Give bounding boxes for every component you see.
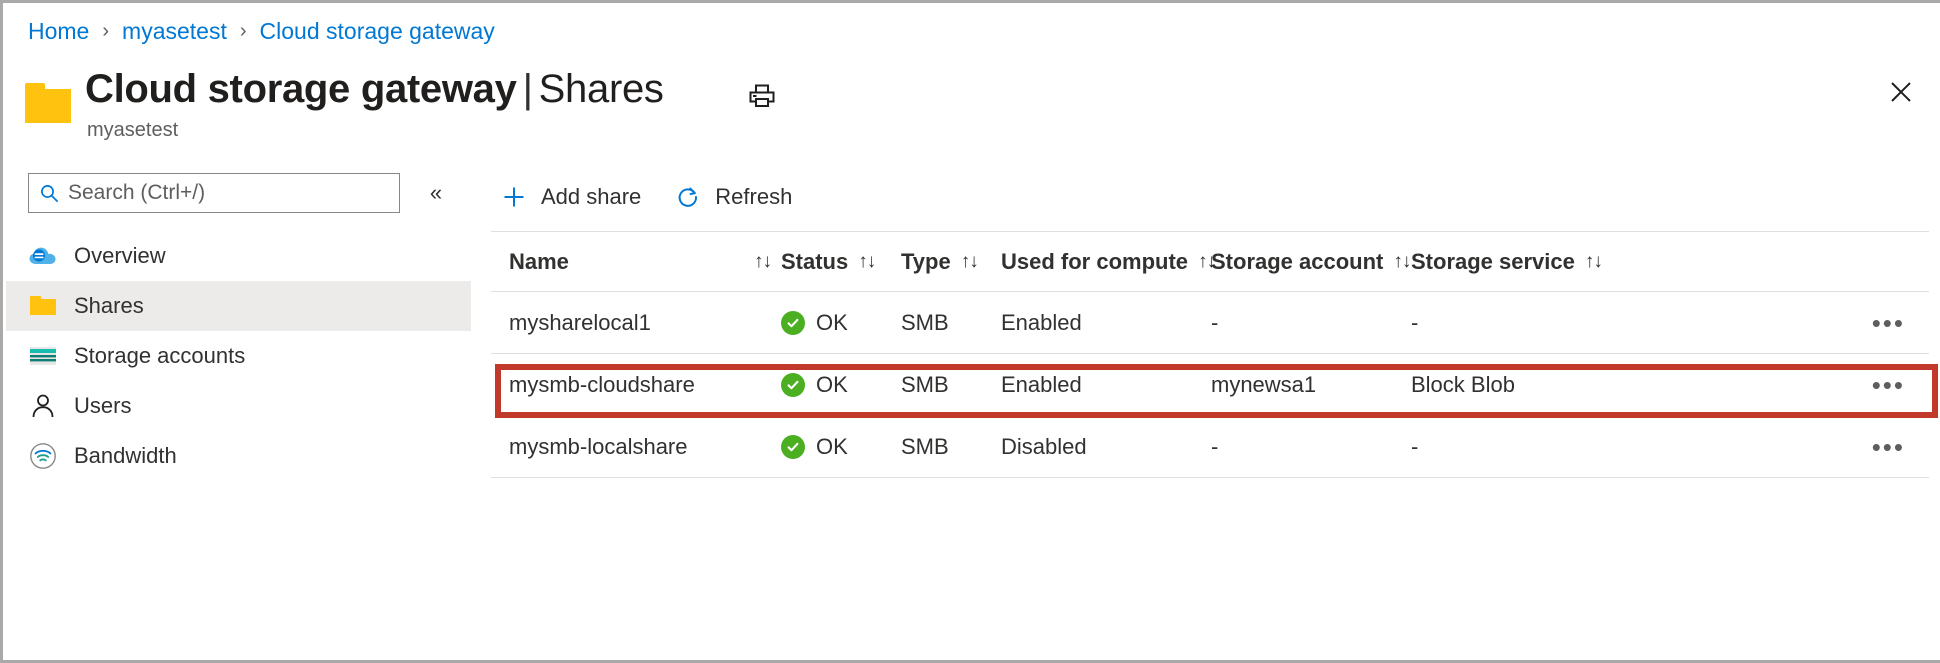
sort-icon: ↑↓ xyxy=(960,250,979,272)
search-box[interactable] xyxy=(28,173,400,213)
check-circle-icon xyxy=(781,372,805,397)
table-row[interactable]: mysmb-cloudshare OK SMB Enabled mynewsa1… xyxy=(491,354,1929,416)
page-title-resource: Cloud storage gateway xyxy=(85,67,517,111)
cell-used-for-compute: Enabled xyxy=(1001,371,1082,397)
cell-used-for-compute: Enabled xyxy=(1001,309,1082,335)
plus-icon xyxy=(499,182,529,212)
refresh-icon xyxy=(673,182,703,212)
search-input[interactable] xyxy=(68,181,368,205)
close-icon[interactable] xyxy=(1884,75,1918,109)
azure-portal-blade: Home › myasetest › Cloud storage gateway… xyxy=(0,0,1940,663)
sidebar-item-label: Overview xyxy=(74,243,166,268)
column-header-label: Type xyxy=(901,248,951,274)
breadcrumb-item-home[interactable]: Home xyxy=(28,16,89,46)
sidebar-item-shares[interactable]: Shares xyxy=(6,281,471,331)
search-icon xyxy=(40,184,59,203)
cell-storage-account: - xyxy=(1211,433,1219,459)
cell-status-label: OK xyxy=(816,309,848,335)
bandwidth-icon xyxy=(28,441,58,471)
column-header-label: Used for compute xyxy=(1001,248,1189,274)
column-header-type[interactable]: Type ↑↓ xyxy=(901,249,1001,275)
cell-actions: ••• xyxy=(1611,434,1929,460)
page-header: Cloud storage gateway | Shares myasetest xyxy=(25,65,664,143)
sidebar-item-label: Bandwidth xyxy=(74,443,177,468)
table-row[interactable]: mysmb-localshare OK SMB Disabled - - ••• xyxy=(491,416,1929,478)
sidebar-search-row: « xyxy=(6,173,471,213)
sort-icon: ↑↓ xyxy=(1584,250,1603,272)
row-more-options-icon[interactable]: ••• xyxy=(1870,310,1907,336)
page-title: Cloud storage gateway | Shares xyxy=(85,65,664,113)
breadcrumb-separator-icon: › xyxy=(239,20,247,42)
sidebar-item-label: Users xyxy=(74,393,132,418)
cell-type: SMB xyxy=(901,309,949,335)
cell-type: SMB xyxy=(901,371,949,397)
cell-status-label: OK xyxy=(816,433,848,459)
cell-storage-account: mynewsa1 xyxy=(1211,371,1317,397)
cell-storage-service: - xyxy=(1411,433,1419,459)
sidebar: « Overview xyxy=(6,173,471,657)
row-more-options-icon[interactable]: ••• xyxy=(1870,372,1907,398)
cell-storage-account: - xyxy=(1211,309,1219,335)
cell-used-for-compute: Disabled xyxy=(1001,433,1087,459)
page-title-section: Shares xyxy=(538,67,664,111)
breadcrumb-separator-icon: › xyxy=(102,20,110,42)
cell-storage-service: Block Blob xyxy=(1411,371,1515,397)
add-share-button[interactable]: Add share xyxy=(491,177,649,217)
folder-icon xyxy=(25,83,71,123)
page-title-block: Cloud storage gateway | Shares myasetest xyxy=(85,65,664,143)
column-header-label: Name xyxy=(509,248,569,274)
cell-type: SMB xyxy=(901,433,949,459)
user-icon xyxy=(28,391,58,421)
column-header-label: Storage account xyxy=(1211,248,1384,274)
breadcrumb: Home › myasetest › Cloud storage gateway xyxy=(28,16,495,46)
refresh-button[interactable]: Refresh xyxy=(665,177,800,217)
cloud-icon xyxy=(28,241,58,271)
collapse-sidebar-icon[interactable]: « xyxy=(422,179,450,207)
print-icon[interactable] xyxy=(743,79,781,113)
table-header-row: Name ↑↓ Status ↑↓ Type ↑↓ Used for compu… xyxy=(491,232,1929,292)
cell-name: mysmb-localshare xyxy=(509,433,688,459)
cell-actions: ••• xyxy=(1611,310,1929,336)
column-header-label: Storage service xyxy=(1411,248,1575,274)
sidebar-item-storage-accounts[interactable]: Storage accounts xyxy=(6,331,471,381)
cell-status: OK xyxy=(781,310,901,336)
cell-status: OK xyxy=(781,372,901,398)
sort-icon: ↑↓ xyxy=(1393,250,1411,272)
sidebar-item-label: Shares xyxy=(74,293,144,318)
cell-status-label: OK xyxy=(816,371,848,397)
breadcrumb-item-myasetest[interactable]: myasetest xyxy=(122,16,227,46)
cell-storage-service: - xyxy=(1411,309,1419,335)
column-header-status[interactable]: Status ↑↓ xyxy=(781,249,901,275)
sidebar-item-overview[interactable]: Overview xyxy=(6,231,471,281)
sidebar-nav: Overview Shares Storage accounts Users B… xyxy=(6,231,471,481)
sort-icon: ↑↓ xyxy=(858,250,876,272)
check-circle-icon xyxy=(781,434,805,459)
cell-name: mysmb-cloudshare xyxy=(509,371,695,397)
sidebar-item-label: Storage accounts xyxy=(74,343,246,368)
page-title-separator: | xyxy=(522,67,533,111)
table-row[interactable]: mysharelocal1 OK SMB Enabled - - ••• xyxy=(491,292,1929,354)
shares-table: Name ↑↓ Status ↑↓ Type ↑↓ Used for compu… xyxy=(491,232,1929,478)
column-header-name[interactable]: Name ↑↓ xyxy=(491,249,781,275)
sidebar-item-bandwidth[interactable]: Bandwidth xyxy=(6,431,471,481)
sort-icon: ↑↓ xyxy=(754,250,772,272)
folder-icon xyxy=(28,291,58,321)
cell-status: OK xyxy=(781,434,901,460)
content-pane: Add share Refresh Name ↑↓ Status ↑↓ Type… xyxy=(471,173,1937,657)
page-subtitle: myasetest xyxy=(87,119,179,141)
refresh-label: Refresh xyxy=(715,184,793,209)
column-header-label: Status xyxy=(781,248,849,274)
cell-name: mysharelocal1 xyxy=(509,309,651,335)
sidebar-item-users[interactable]: Users xyxy=(6,381,471,431)
command-bar: Add share Refresh xyxy=(471,173,1937,221)
row-more-options-icon[interactable]: ••• xyxy=(1870,434,1907,460)
add-share-label: Add share xyxy=(541,184,642,209)
column-header-storage-service[interactable]: Storage service ↑↓ xyxy=(1411,249,1611,275)
cell-actions: ••• xyxy=(1611,372,1929,398)
storage-account-icon xyxy=(28,341,58,371)
check-circle-icon xyxy=(781,310,805,335)
column-header-used-for-compute[interactable]: Used for compute ↑↓ xyxy=(1001,248,1216,275)
breadcrumb-item-cloud-storage-gateway[interactable]: Cloud storage gateway xyxy=(260,16,495,46)
column-header-storage-account[interactable]: Storage account ↑↓ xyxy=(1211,249,1411,275)
